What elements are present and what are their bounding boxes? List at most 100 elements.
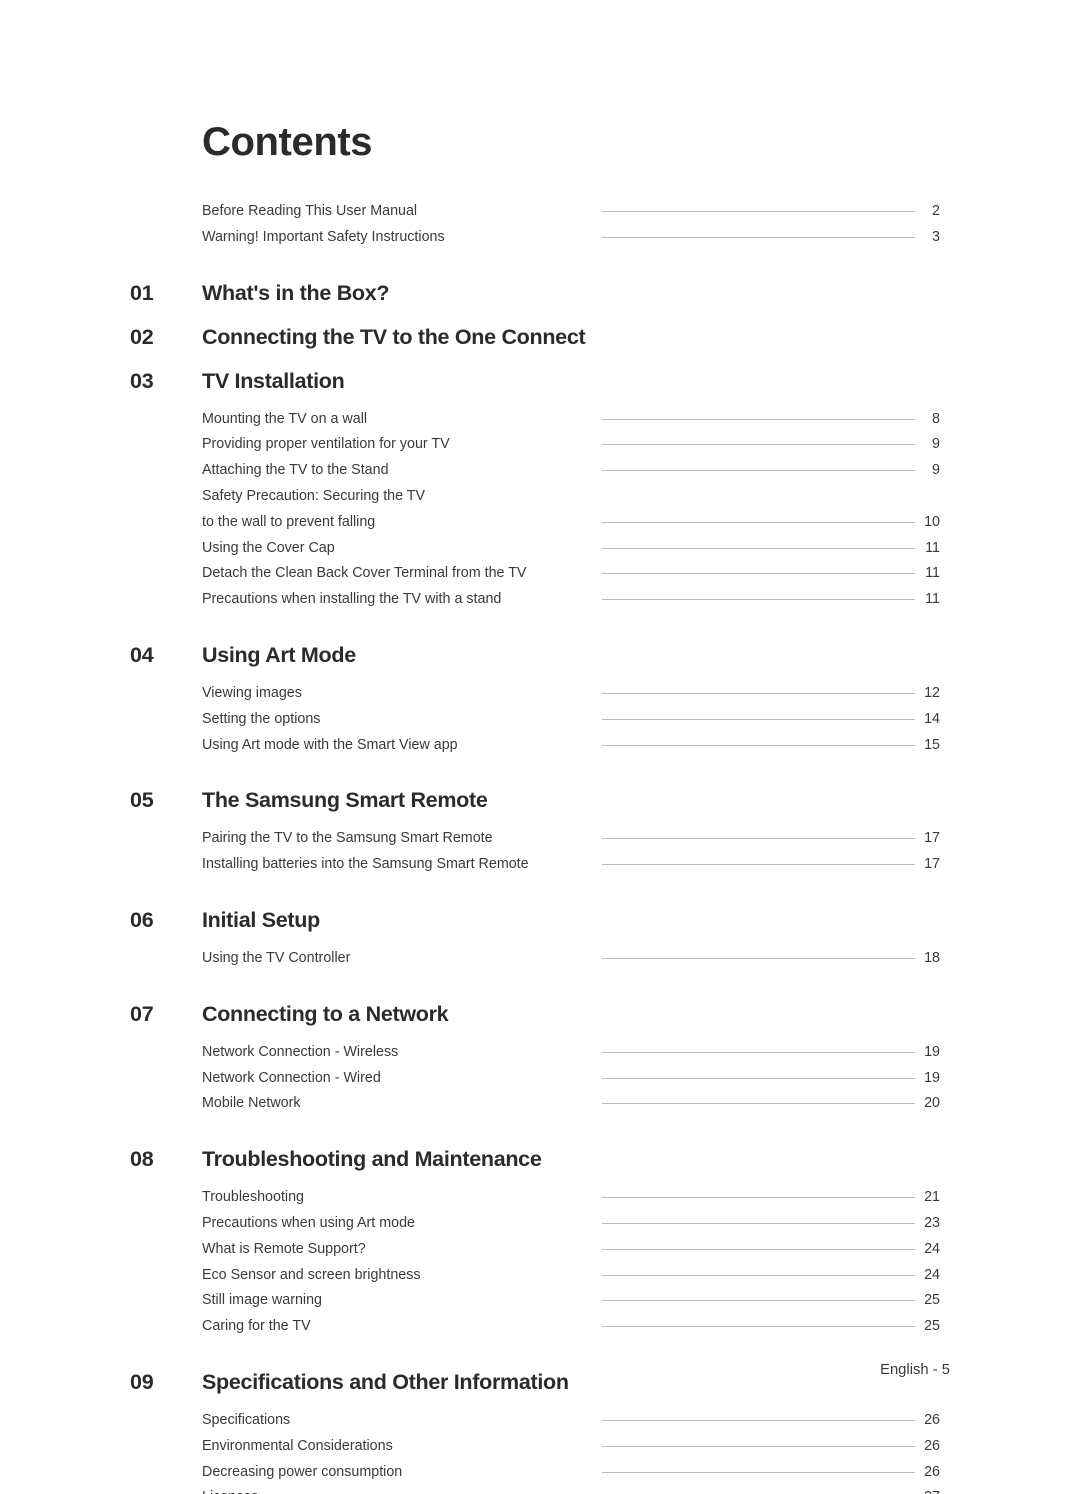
toc-entry-label: Setting the options — [202, 710, 321, 727]
toc-entry[interactable]: Safety Precaution: Securing the TV — [0, 485, 1080, 511]
toc-entry[interactable]: Using the Cover Cap 11 — [0, 537, 1080, 563]
toc-entry-label: Pairing the TV to the Samsung Smart Remo… — [202, 830, 493, 847]
toc-entry[interactable]: Mobile Network 20 — [0, 1092, 1080, 1118]
toc-entry[interactable]: Decreasing power consumption 26 — [0, 1461, 1080, 1487]
toc-entry[interactable]: Warning! Important Safety Instructions 3 — [0, 226, 1080, 252]
toc-section-title: What's in the Box? — [202, 280, 390, 305]
table-of-contents: Before Reading This User Manual 2 Warning!… — [0, 200, 1080, 1494]
toc-entry[interactable]: to the wall to prevent falling 10 — [0, 511, 1080, 537]
toc-leader-line — [602, 444, 915, 446]
toc-section-number: 03 — [130, 368, 154, 393]
toc-page-number: 15 — [924, 736, 940, 753]
toc-section-07[interactable]: 07 Connecting to a Network — [0, 997, 1080, 1041]
toc-section-number: 04 — [130, 642, 154, 667]
toc-entry-label: Viewing images — [202, 684, 302, 701]
toc-leader-line — [602, 864, 915, 866]
toc-entry[interactable]: Environmental Considerations 26 — [0, 1435, 1080, 1461]
toc-page-number: 17 — [924, 830, 940, 847]
toc-leader-line — [602, 1445, 915, 1447]
toc-entry-label: Licences — [202, 1486, 258, 1494]
toc-entry[interactable]: Specifications 26 — [0, 1409, 1080, 1435]
toc-page-number: 20 — [924, 1095, 940, 1112]
toc-page-number: 25 — [924, 1318, 940, 1335]
toc-leader-line — [602, 521, 915, 523]
toc-entry[interactable]: What is Remote Support? 24 — [0, 1238, 1080, 1264]
toc-entry[interactable]: Licences 27 — [0, 1486, 1080, 1494]
toc-entry-label: Mounting the TV on a wall — [202, 410, 368, 427]
toc-section-number: 06 — [130, 907, 154, 932]
toc-leader-line — [602, 838, 915, 840]
toc-entry-label: What is Remote Support? — [202, 1240, 366, 1257]
toc-leader-line — [602, 1300, 915, 1302]
toc-preamble: Before Reading This User Manual 2 Warning!… — [0, 200, 1080, 252]
toc-entry[interactable]: Providing proper ventilation for your TV… — [0, 433, 1080, 459]
toc-page-number: 12 — [924, 684, 940, 701]
page-footer: English - 5 — [880, 1362, 950, 1378]
toc-entry[interactable]: Precautions when using Art mode 23 — [0, 1212, 1080, 1238]
toc-entry[interactable]: Installing batteries into the Samsung Sm… — [0, 853, 1080, 879]
toc-entry[interactable]: Setting the options 14 — [0, 708, 1080, 734]
toc-leader-line — [602, 599, 915, 601]
toc-leader-line — [602, 1419, 915, 1421]
toc-entry[interactable]: Using Art mode with the Smart View app 15 — [0, 734, 1080, 760]
toc-entry[interactable]: Eco Sensor and screen brightness 24 — [0, 1264, 1080, 1290]
toc-entry[interactable]: Pairing the TV to the Samsung Smart Remo… — [0, 827, 1080, 853]
toc-page-number: 9 — [932, 436, 940, 453]
toc-entry-label: Installing batteries into the Samsung Sm… — [202, 856, 529, 873]
toc-page-number: 21 — [924, 1189, 940, 1206]
toc-section-title: Specifications and Other Information — [202, 1369, 569, 1394]
toc-section-02[interactable]: 02 Connecting the TV to the One Connect — [0, 320, 1080, 364]
toc-entry[interactable]: Viewing images 12 — [0, 682, 1080, 708]
toc-page-number: 19 — [924, 1069, 940, 1086]
toc-leader-line — [602, 211, 915, 212]
toc-leader-line — [602, 470, 915, 472]
toc-entry-label: Precautions when installing the TV with … — [202, 591, 502, 608]
toc-entry[interactable]: Caring for the TV 25 — [0, 1315, 1080, 1341]
toc-section-title: Initial Setup — [202, 907, 320, 932]
toc-leader-line — [602, 1103, 915, 1105]
toc-entry-label: Mobile Network — [202, 1095, 301, 1112]
toc-section-05[interactable]: 05 The Samsung Smart Remote — [0, 783, 1080, 827]
toc-page-number: 23 — [924, 1214, 940, 1231]
toc-entry-label: Network Connection - Wireless — [202, 1043, 399, 1060]
toc-section-08[interactable]: 08 Troubleshooting and Maintenance — [0, 1142, 1080, 1186]
toc-entry-label: Specifications — [202, 1411, 291, 1428]
toc-entry-label: to the wall to prevent falling — [202, 513, 376, 530]
toc-entry[interactable]: Network Connection - Wired 19 — [0, 1067, 1080, 1093]
toc-page-number: 25 — [924, 1292, 940, 1309]
toc-page-number: 11 — [925, 591, 940, 608]
toc-entry[interactable]: Troubleshooting 21 — [0, 1186, 1080, 1212]
toc-page-number: 11 — [925, 539, 940, 556]
toc-entry[interactable]: Attaching the TV to the Stand 9 — [0, 459, 1080, 485]
toc-leader-line — [602, 744, 915, 746]
toc-section-06[interactable]: 06 Initial Setup — [0, 903, 1080, 947]
toc-entry[interactable]: Using the TV Controller 18 — [0, 947, 1080, 973]
toc-section-01[interactable]: 01 What's in the Box? — [0, 276, 1080, 320]
toc-section-03[interactable]: 03 TV Installation — [0, 364, 1080, 408]
toc-leader-line — [602, 1077, 915, 1079]
toc-entry[interactable]: Before Reading This User Manual 2 — [0, 200, 1080, 226]
toc-leader-line — [602, 573, 915, 575]
toc-leader-line — [602, 1471, 915, 1473]
toc-entry[interactable]: Network Connection - Wireless 19 — [0, 1041, 1080, 1067]
toc-leader-line — [602, 1326, 915, 1328]
toc-entry[interactable]: Mounting the TV on a wall 8 — [0, 408, 1080, 434]
toc-entry-label: Environmental Considerations — [202, 1437, 393, 1454]
toc-entry-label: Troubleshooting — [202, 1189, 304, 1206]
toc-leader-line — [602, 236, 915, 238]
page-title: Contents — [202, 120, 373, 164]
toc-page-number: 27 — [900, 1486, 940, 1494]
toc-leader-line — [602, 418, 915, 420]
toc-entry[interactable]: Detach the Clean Back Cover Terminal fro… — [0, 562, 1080, 588]
toc-page-number: 14 — [924, 710, 940, 727]
toc-page: Contents Before Reading This User Manual… — [0, 0, 1080, 1494]
toc-entry[interactable]: Still image warning 25 — [0, 1289, 1080, 1315]
toc-entry[interactable]: Precautions when installing the TV with … — [0, 588, 1080, 614]
toc-section-number: 07 — [130, 1001, 154, 1026]
toc-section-04[interactable]: 04 Using Art Mode — [0, 638, 1080, 682]
toc-page-number: 26 — [924, 1437, 940, 1454]
